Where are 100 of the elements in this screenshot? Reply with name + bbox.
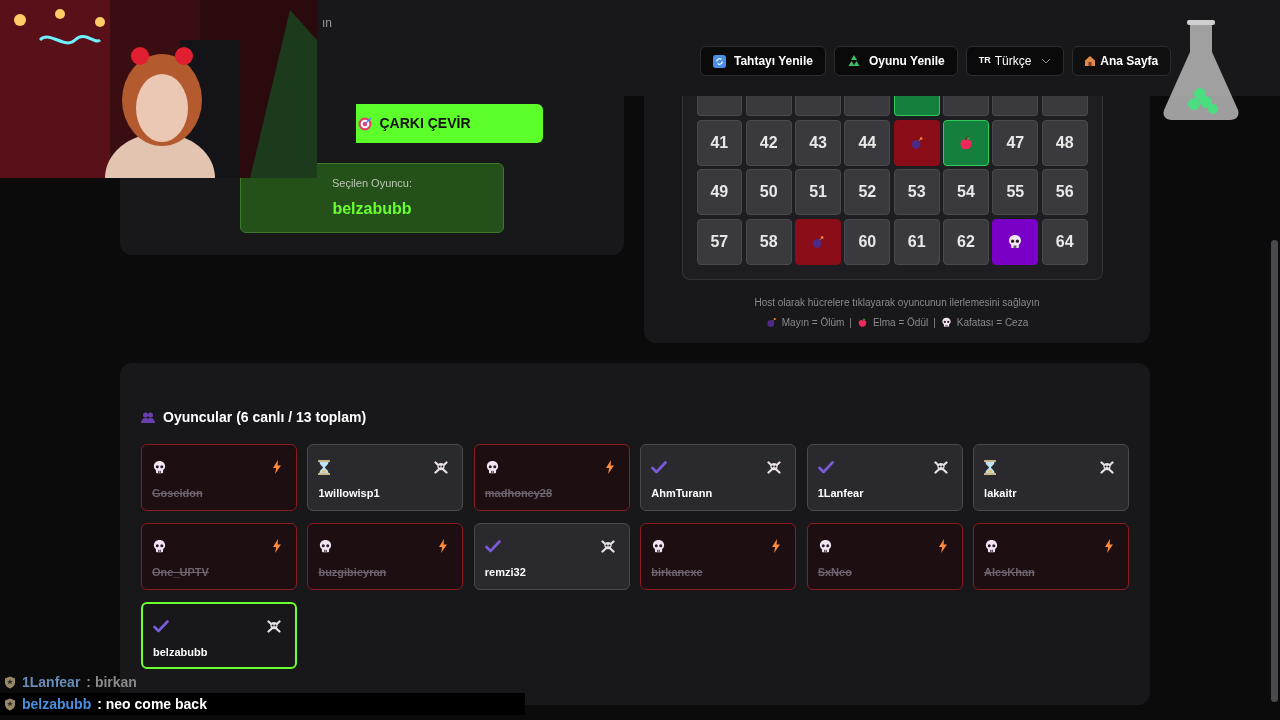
toolbar-button[interactable]: Tahtayı Yenile <box>700 46 826 76</box>
player-card[interactable]: 1willowisp1 <box>307 444 464 511</box>
board-cell[interactable]: 51 <box>795 169 841 215</box>
player-card[interactable]: 1Lanfear <box>806 444 963 511</box>
board-cell[interactable]: 41 <box>696 119 743 166</box>
player-card[interactable]: belzabubb <box>141 602 297 669</box>
board-cell[interactable]: 50 <box>745 169 792 215</box>
recycle-icon <box>846 54 861 68</box>
chat-text: : neo come back <box>97 694 207 714</box>
skull-icon <box>940 316 952 328</box>
target-icon <box>357 116 372 131</box>
lightning-icon <box>771 539 782 553</box>
board-cell[interactable] <box>844 95 891 116</box>
legend-text: Kafatası = Ceza <box>956 315 1029 330</box>
apple-icon <box>958 134 974 151</box>
skull-icon <box>484 459 500 475</box>
selected-player-name: belzabubb <box>332 199 412 220</box>
crossbones-icon <box>933 460 948 474</box>
player-name: remzi32 <box>484 565 527 580</box>
board-cell[interactable] <box>795 95 841 116</box>
board-cell[interactable]: 62 <box>943 218 989 265</box>
crossbones-icon <box>600 539 615 553</box>
player-name: AlesKhan <box>984 565 1036 580</box>
legend-separator: | <box>849 315 852 330</box>
chat-username: 1Lanfear <box>22 672 81 692</box>
player-name: SxNeo <box>817 565 853 580</box>
house-icon <box>1084 55 1097 67</box>
board-cell[interactable]: 52 <box>844 169 891 215</box>
lightning-icon <box>271 539 282 553</box>
lightning-icon <box>271 460 282 474</box>
board-cell[interactable]: 49 <box>696 169 743 215</box>
player-card[interactable]: remzi32 <box>473 523 630 590</box>
skull-icon <box>651 538 667 554</box>
bomb-icon <box>811 234 825 249</box>
board-cell[interactable]: 48 <box>1041 119 1088 166</box>
player-name: Goseidon <box>152 486 204 501</box>
board-cell[interactable] <box>1041 95 1088 116</box>
skull-icon <box>152 538 167 554</box>
board-cell[interactable]: 56 <box>1041 169 1088 215</box>
board-cell[interactable] <box>893 95 940 116</box>
board-cell[interactable]: 53 <box>893 169 940 215</box>
player-name: belzabubb <box>153 645 209 660</box>
apple-icon <box>856 316 868 328</box>
player-name: 1willowisp1 <box>318 486 381 501</box>
board-cell[interactable]: 64 <box>1041 218 1088 265</box>
crossbones-icon <box>434 460 449 474</box>
legend-separator: | <box>933 315 936 330</box>
hourglass-icon <box>318 459 331 475</box>
board-cell[interactable]: 42 <box>745 119 792 166</box>
skull-icon <box>318 538 334 554</box>
skull-icon <box>817 538 833 554</box>
shield-icon <box>4 697 16 711</box>
crossbones-icon <box>1100 460 1114 474</box>
player-name: One_UPTV <box>152 565 210 580</box>
refresh-icon <box>713 54 726 68</box>
board-cell[interactable]: 60 <box>844 218 891 265</box>
board-cell[interactable] <box>745 95 792 116</box>
board-cell[interactable] <box>795 218 841 265</box>
board-cell[interactable] <box>893 119 940 166</box>
player-card[interactable]: AhmTurann <box>640 444 797 511</box>
board-cell[interactable]: 43 <box>795 119 841 166</box>
legend-text: Mayın = Ölüm <box>781 315 845 330</box>
board-cell[interactable]: 55 <box>992 169 1039 215</box>
board-cell[interactable] <box>992 218 1039 265</box>
skull-icon <box>152 459 167 475</box>
player-card[interactable]: lakaitr <box>973 444 1129 511</box>
chat-text: : birkan <box>86 672 137 692</box>
toolbar-button[interactable]: Oyunu Yenile <box>833 46 958 76</box>
player-name: birkanexe <box>651 565 704 580</box>
board-hint: Host olarak hücrelere tıklayarak oyuncunun ilerlemesini sağlayın <box>754 295 1040 310</box>
selected-player-label: Seçilen Oyuncu: <box>331 175 413 191</box>
skull-icon <box>1007 233 1024 250</box>
board-cell[interactable] <box>943 119 989 166</box>
board-cell[interactable] <box>943 95 989 116</box>
check-icon <box>484 539 501 553</box>
lightning-icon <box>438 539 449 553</box>
users-icon <box>141 412 155 423</box>
board-cell[interactable]: 47 <box>992 119 1039 166</box>
scrollbar[interactable] <box>1271 240 1278 702</box>
lightning-icon <box>604 460 615 474</box>
board-cell[interactable]: 54 <box>943 169 989 215</box>
board-cell[interactable]: 57 <box>696 218 743 265</box>
spin-button[interactable]: ÇARKI ÇEVİR <box>355 104 543 143</box>
check-icon <box>153 619 169 633</box>
player-name: AhmTurann <box>651 486 714 501</box>
language-select[interactable]: TR Türkçe <box>965 46 1064 76</box>
hourglass-icon <box>984 459 997 475</box>
player-name: madhoney28 <box>484 486 554 501</box>
chat-username: belzabubb <box>22 694 92 714</box>
board-cell[interactable]: 58 <box>745 218 792 265</box>
bomb-icon <box>909 135 924 150</box>
board-cell[interactable]: 44 <box>844 119 891 166</box>
header-text: ın <box>322 15 332 32</box>
board-cell[interactable] <box>696 95 743 116</box>
board-cell[interactable] <box>992 95 1039 116</box>
crossbones-icon <box>767 460 782 474</box>
home-button[interactable]: Ana Sayfa <box>1071 46 1171 76</box>
board-cell[interactable]: 61 <box>893 218 940 265</box>
legend-text: Elma = Ödül <box>872 315 929 330</box>
check-icon <box>651 460 668 474</box>
